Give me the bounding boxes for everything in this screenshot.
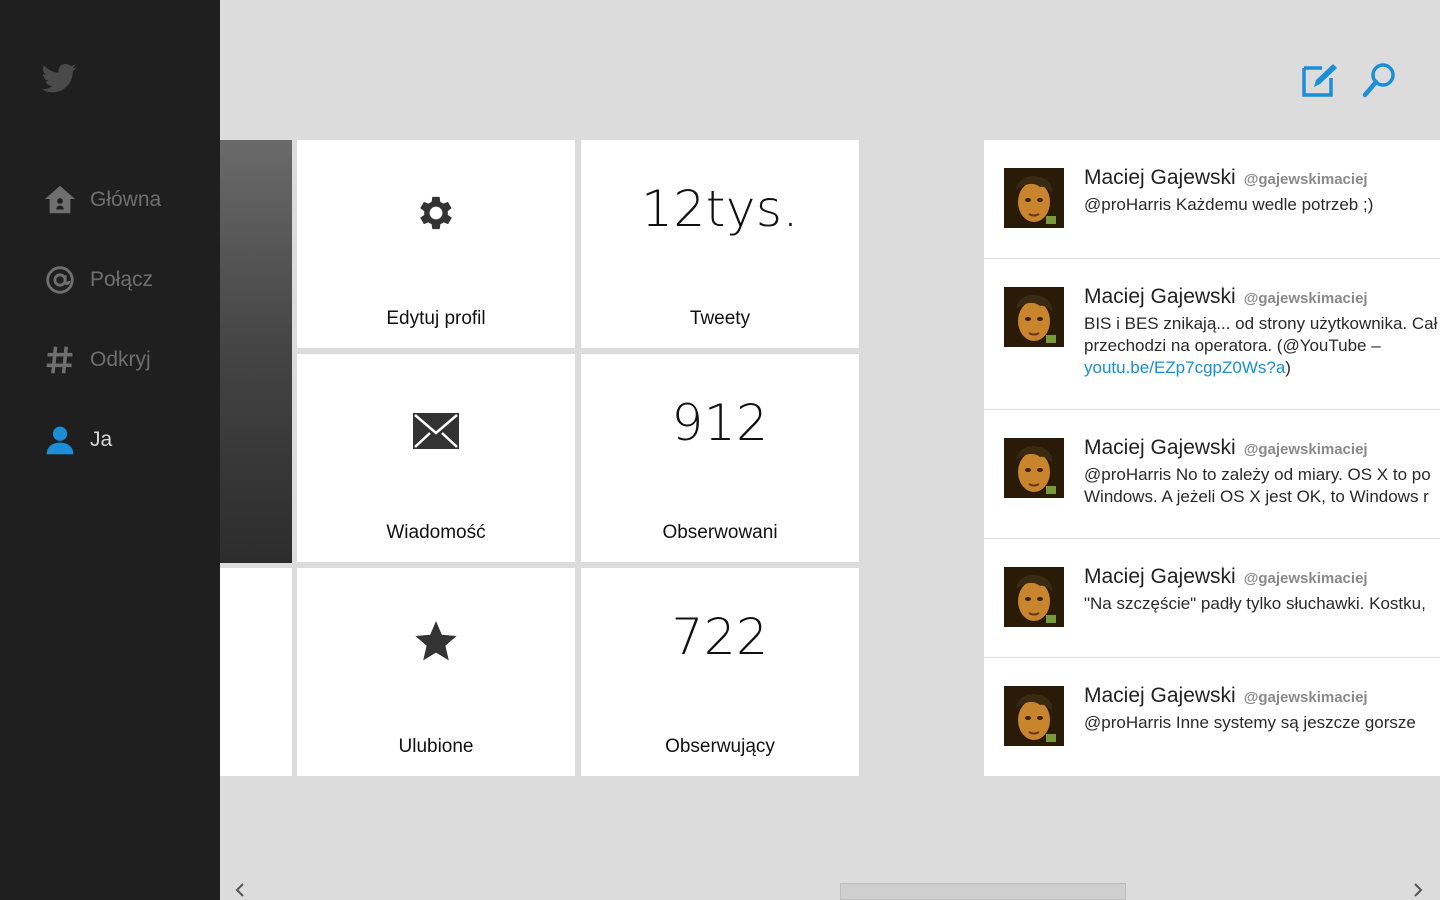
following-count-tile[interactable]: 912 Obserwowani [581, 354, 859, 562]
twitter-bird-icon[interactable] [40, 60, 80, 100]
tweet-text: @proHarris Każdemu wedle potrzeb ;) [1084, 195, 1374, 214]
home-icon [42, 182, 78, 218]
tile-label: Obserwowani [662, 522, 778, 543]
tile-label: Tweety [689, 308, 751, 329]
gear-icon [297, 190, 575, 236]
avatar[interactable] [1004, 567, 1064, 627]
followers-count-tile[interactable]: 722 Obserwujący [581, 568, 859, 776]
tweet-text: @proHarris Inne systemy są jeszcze gorsz… [1084, 713, 1416, 732]
avatar[interactable] [1004, 287, 1064, 347]
user-icon [42, 422, 78, 458]
sidebar-item-label: Odkryj [90, 348, 151, 371]
tweet-text-line: youtu.be/EZp7cgpZ0Ws?a) [1084, 357, 1440, 379]
tweet-text: "Na szczęście" padły tylko słuchawki. Ko… [1084, 594, 1426, 613]
sidebar-item-label: Ja [90, 428, 113, 451]
tweets-count: 12tys. [641, 180, 799, 238]
star-icon [297, 618, 575, 664]
avatar[interactable] [1004, 438, 1064, 498]
tweet-author-name[interactable]: Maciej Gajewski [1084, 285, 1236, 309]
at-icon [42, 262, 78, 298]
following-count: 912 [671, 394, 769, 452]
tweet-text-line: BIS i BES znikają... od strony użytkowni… [1084, 314, 1438, 333]
sidebar-item-home[interactable]: Główna [42, 180, 161, 220]
tweet-author-handle[interactable]: @gajewskimaciej [1244, 290, 1368, 307]
sidebar-item-me[interactable]: Ja [42, 420, 112, 460]
tweet-link[interactable]: youtu.be/EZp7cgpZ0Ws?a [1084, 358, 1285, 377]
envelope-icon [297, 408, 575, 454]
scrollbar-thumb[interactable] [840, 883, 1126, 900]
tweet-author-handle[interactable]: @gajewskimaciej [1244, 441, 1368, 458]
tile-label: Ulubione [398, 736, 474, 757]
tweet-item[interactable]: Maciej Gajewski @gajewskimaciej "Na szcz… [984, 539, 1440, 658]
tweet-item[interactable]: Maciej Gajewski @gajewskimaciej @proHarr… [984, 140, 1440, 259]
compose-button[interactable] [1300, 60, 1340, 100]
profile-side-panel [220, 568, 292, 776]
favorites-tile[interactable]: Ulubione [297, 568, 575, 776]
tweet-item[interactable]: Maciej Gajewski @gajewskimaciej @proHarr… [984, 658, 1440, 776]
tweet-author-handle[interactable]: @gajewskimaciej [1244, 171, 1368, 188]
tile-label: Edytuj profil [386, 308, 486, 329]
avatar[interactable] [1004, 168, 1064, 228]
tweet-author-name[interactable]: Maciej Gajewski [1084, 565, 1236, 589]
sidebar-item-label: Połącz [90, 268, 154, 291]
message-tile[interactable]: Wiadomość [297, 354, 575, 562]
tweet-item[interactable]: Maciej Gajewski @gajewskimaciej @proHarr… [984, 410, 1440, 539]
profile-banner [220, 140, 292, 563]
chevron-right-icon[interactable] [1410, 880, 1426, 900]
tile-label: Wiadomość [386, 522, 486, 543]
sidebar-item-label: Główna [90, 188, 162, 211]
tweet-author-name[interactable]: Maciej Gajewski [1084, 684, 1236, 708]
hashtag-icon [42, 342, 78, 378]
tweet-text-line: @proHarris No to zależy od miary. OS X t… [1084, 465, 1431, 484]
tweet-author-name[interactable]: Maciej Gajewski [1084, 166, 1236, 190]
avatar[interactable] [1004, 686, 1064, 746]
horizontal-scrollbar[interactable] [220, 880, 1440, 900]
edit-profile-tile[interactable]: Edytuj profil [297, 140, 575, 348]
sidebar-item-discover[interactable]: Odkryj [42, 340, 151, 380]
tweet-text: BIS i BES znikają... od strony użytkowni… [1084, 313, 1440, 379]
search-button[interactable] [1360, 60, 1400, 100]
tweet-text: @proHarris No to zależy od miary. OS X t… [1084, 464, 1440, 508]
tweet-text-line: przechodzi na operatora. (@YouTube – [1084, 336, 1381, 355]
tweet-text-suffix: ) [1285, 358, 1291, 377]
tweet-author-name[interactable]: Maciej Gajewski [1084, 436, 1236, 460]
tweet-item[interactable]: Maciej Gajewski @gajewskimaciej BIS i BE… [984, 259, 1440, 410]
tile-label: Obserwujący [665, 736, 775, 757]
sidebar: Główna Połącz Odkryj Ja [0, 0, 220, 900]
tweet-author-handle[interactable]: @gajewskimaciej [1244, 689, 1368, 706]
tweet-list: Maciej Gajewski @gajewskimaciej @proHarr… [984, 140, 1440, 776]
tweets-count-tile[interactable]: 12tys. Tweety [581, 140, 859, 348]
chevron-left-icon[interactable] [232, 880, 248, 900]
compose-icon [1302, 64, 1337, 97]
search-icon [1362, 63, 1395, 98]
followers-count: 722 [671, 608, 769, 666]
tweet-text-line: Windows. A jeżeli OS X jest OK, to Windo… [1084, 487, 1429, 506]
tweet-author-handle[interactable]: @gajewskimaciej [1244, 570, 1368, 587]
sidebar-item-connect[interactable]: Połącz [42, 260, 153, 300]
